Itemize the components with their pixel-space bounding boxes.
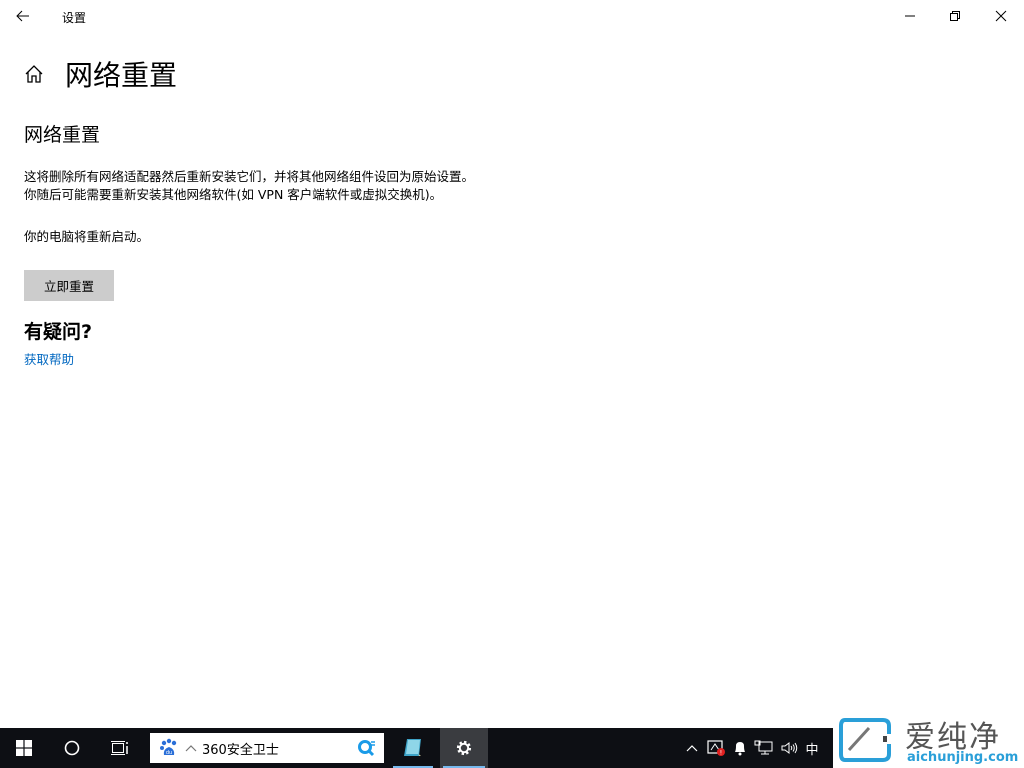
watermark-logo-icon: [839, 718, 891, 762]
home-button[interactable]: [22, 62, 46, 86]
restore-icon: [950, 11, 960, 21]
ime-indicator[interactable]: 中: [802, 728, 822, 768]
main-content: 网络重置 这将删除所有网络适配器然后重新安装它们，并将其他网络组件设回为原始设置…: [24, 120, 484, 369]
search-icon[interactable]: [354, 738, 380, 758]
get-help-link[interactable]: 获取帮助: [24, 351, 74, 369]
security-alert-icon: !: [707, 740, 725, 757]
speaker-icon: [781, 742, 798, 754]
bell-icon: [735, 742, 745, 756]
settings-window: 设置 网络重置 网络重置 这将删除所有网络适配器然后重新安装它们，并将其他网络组…: [0, 0, 1024, 728]
show-hidden-icons-button[interactable]: [682, 728, 702, 768]
gear-icon: [456, 740, 472, 756]
start-button[interactable]: [0, 728, 48, 768]
svg-text:!: !: [720, 750, 722, 757]
reset-description: 这将删除所有网络适配器然后重新安装它们，并将其他网络组件设回为原始设置。你随后可…: [24, 169, 475, 202]
restore-button[interactable]: [932, 0, 978, 32]
section-title: 网络重置: [24, 124, 101, 146]
restart-notice: 你的电脑将重新启动。: [24, 229, 150, 244]
back-button[interactable]: [0, 0, 46, 32]
tray-security-app[interactable]: !: [704, 728, 728, 768]
taskbar-app-settings[interactable]: [440, 728, 488, 768]
back-arrow-icon: [16, 10, 29, 22]
page-title: 网络重置: [65, 59, 178, 92]
reset-now-button[interactable]: 立即重置: [24, 270, 114, 301]
chevron-up-icon: [686, 745, 698, 752]
close-button[interactable]: [978, 0, 1024, 32]
task-view-icon: [111, 741, 128, 755]
notepad-icon: [404, 739, 421, 756]
tray-network[interactable]: [752, 728, 776, 768]
svg-text:du: du: [166, 750, 172, 756]
page-header: 网络重置: [0, 50, 600, 96]
close-icon: [995, 10, 1007, 22]
app-title: 设置: [62, 11, 87, 25]
taskbar-search-box[interactable]: du 360安全卫士: [150, 733, 384, 763]
tray-volume[interactable]: [778, 728, 800, 768]
tray-notifications[interactable]: [730, 728, 750, 768]
search-text[interactable]: 360安全卫士: [202, 739, 354, 758]
baidu-paw-icon: du: [158, 737, 180, 759]
task-view-button[interactable]: [96, 728, 144, 768]
cortana-button[interactable]: [48, 728, 96, 768]
windows-logo-icon: [16, 740, 32, 756]
watermark: 爱纯净 aichunjing.com: [833, 712, 1024, 768]
minimize-icon: [905, 15, 915, 17]
network-icon: [754, 740, 773, 755]
taskbar-app-notepad[interactable]: [390, 728, 436, 768]
watermark-en: aichunjing.com: [907, 750, 1019, 765]
title-bar: 设置: [0, 0, 1024, 32]
minimize-button[interactable]: [887, 0, 933, 32]
expand-caret-icon[interactable]: [184, 744, 198, 752]
home-icon: [25, 65, 43, 83]
help-title: 有疑问?: [24, 321, 93, 343]
cortana-circle-icon: [64, 740, 80, 756]
